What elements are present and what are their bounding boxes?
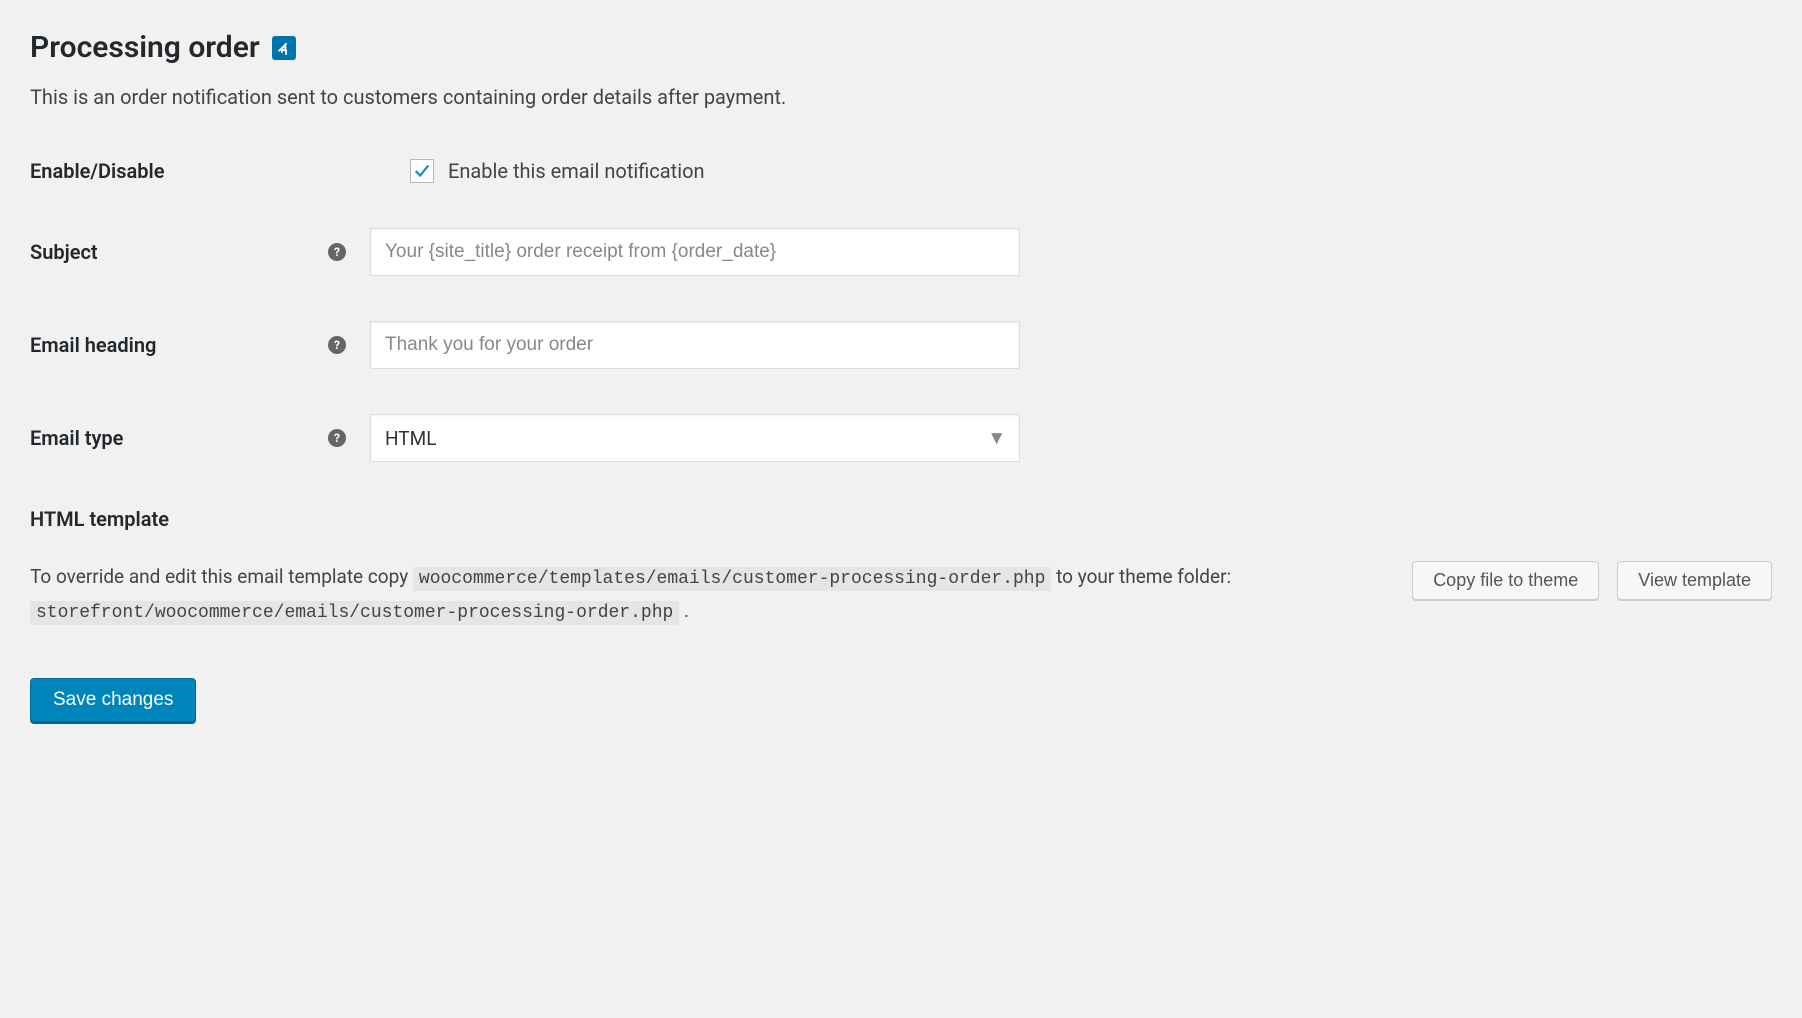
template-row: To override and edit this email template… [30, 561, 1772, 628]
help-icon[interactable]: ? [328, 336, 346, 354]
back-icon[interactable] [272, 36, 296, 60]
label-enable-text: Enable/Disable [30, 159, 164, 183]
help-icon[interactable]: ? [328, 429, 346, 447]
row-heading: Email heading ? [30, 321, 1772, 369]
type-select-value: HTML [385, 427, 436, 450]
template-text-after: . [679, 599, 689, 622]
template-source-path: woocommerce/templates/emails/customer-pr… [413, 567, 1052, 591]
template-text-middle: to your theme folder: [1051, 565, 1231, 588]
row-type: Email type ? HTML ▼ [30, 414, 1772, 462]
copy-file-button[interactable]: Copy file to theme [1412, 561, 1599, 600]
label-type-text: Email type [30, 426, 123, 450]
type-control: HTML ▼ [370, 414, 1020, 462]
page-description: This is an order notification sent to cu… [30, 85, 1772, 109]
template-dest-path: storefront/woocommerce/emails/customer-p… [30, 601, 679, 625]
type-select[interactable]: HTML [370, 414, 1020, 462]
template-text-before: To override and edit this email template… [30, 565, 413, 588]
enable-checkbox[interactable] [410, 159, 434, 183]
template-description: To override and edit this email template… [30, 561, 1382, 628]
enable-checkbox-label[interactable]: Enable this email notification [448, 159, 705, 183]
label-enable: Enable/Disable [30, 159, 370, 183]
heading-input[interactable] [370, 321, 1020, 369]
label-heading: Email heading ? [30, 333, 370, 357]
label-subject: Subject ? [30, 240, 370, 264]
page-title: Processing order [30, 30, 1772, 65]
row-enable: Enable/Disable Enable this email notific… [30, 159, 1772, 183]
enable-control: Enable this email notification [410, 159, 705, 183]
view-template-button[interactable]: View template [1617, 561, 1772, 600]
save-button[interactable]: Save changes [30, 678, 196, 722]
row-subject: Subject ? [30, 228, 1772, 276]
label-type: Email type ? [30, 426, 370, 450]
label-subject-text: Subject [30, 240, 98, 264]
label-heading-text: Email heading [30, 333, 156, 357]
subject-control [370, 228, 1020, 276]
heading-control [370, 321, 1020, 369]
page-title-text: Processing order [30, 30, 260, 65]
subject-input[interactable] [370, 228, 1020, 276]
help-icon[interactable]: ? [328, 243, 346, 261]
template-actions: Copy file to theme View template [1412, 561, 1772, 600]
template-heading: HTML template [30, 507, 1772, 531]
